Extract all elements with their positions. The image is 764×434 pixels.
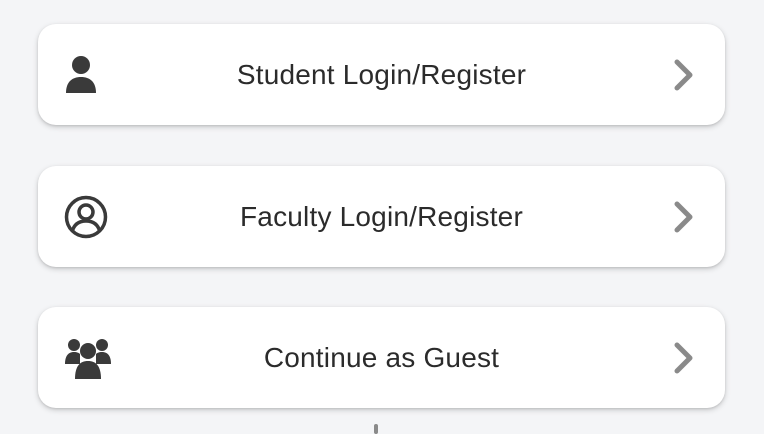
user-icon bbox=[66, 55, 96, 93]
faculty-login-label: Faculty Login/Register bbox=[240, 200, 523, 232]
users-group-icon bbox=[65, 338, 111, 379]
guest-continue-button[interactable]: Continue as Guest bbox=[38, 307, 725, 408]
chevron-right-icon bbox=[674, 201, 693, 232]
user-circle-icon bbox=[64, 195, 108, 238]
chevron-right-icon bbox=[674, 342, 693, 373]
student-login-button[interactable]: Student Login/Register bbox=[38, 24, 725, 125]
chevron-right-icon bbox=[674, 59, 693, 90]
faculty-login-button[interactable]: Faculty Login/Register bbox=[38, 166, 725, 267]
student-login-label: Student Login/Register bbox=[236, 58, 527, 90]
guest-continue-label: Continue as Guest bbox=[263, 341, 500, 373]
scroll-indicator bbox=[374, 424, 378, 434]
